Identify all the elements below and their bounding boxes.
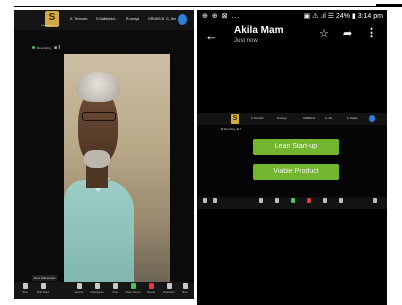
participants-button[interactable]: Participants xyxy=(88,283,106,294)
viable-product-slide-button: Viable Product xyxy=(253,164,339,180)
screenshot-recording-label: Recording xyxy=(224,128,236,131)
video-icon xyxy=(40,283,46,289)
shield-icon xyxy=(76,283,82,289)
share-screen-button[interactable]: Share Screen xyxy=(124,283,142,294)
chat-icon xyxy=(112,283,118,289)
record-icon xyxy=(307,198,311,203)
screenshot-participant: K. Tennoch xyxy=(251,117,264,120)
reactions-icon xyxy=(166,283,172,289)
zoom-meeting-screen: S S deployment K. Tennoch S.Sathishkri..… xyxy=(14,10,194,299)
participant-tile[interactable]: G. Jim xyxy=(166,17,176,21)
screenshot-recording-indicator: Recording xyxy=(221,128,235,131)
more-vert-icon[interactable]: ⋮ xyxy=(366,26,377,39)
more-button[interactable]: More xyxy=(176,283,194,294)
sender-name: Akila Mam xyxy=(234,25,284,36)
speaker-shirt xyxy=(64,180,134,288)
message-header: ← Akila Mam Just now ☆ ➦ ⋮ xyxy=(197,22,387,58)
start-video-button[interactable]: Start Video xyxy=(34,283,52,294)
speaker-video xyxy=(64,54,170,288)
meeting-toolbar: Mute Start Video Security Participants C… xyxy=(14,282,194,299)
speaker-hair xyxy=(76,72,120,102)
star-icon[interactable]: ☆ xyxy=(319,27,329,40)
screenshot-toolbar xyxy=(197,197,387,209)
share-screen-icon xyxy=(130,283,136,289)
screenshot-logo: S xyxy=(231,114,239,124)
lean-startup-slide-button: Lean Start-up xyxy=(253,139,339,155)
speaker-glasses xyxy=(82,112,116,121)
shared-screenshot[interactable]: S K. Tennoch R.ramya GRIMIS M G. Jim S. … xyxy=(197,113,387,209)
screenshot-participant-strip: S K. Tennoch R.ramya GRIMIS M G. Jim S. … xyxy=(197,113,387,125)
record-dot-icon xyxy=(221,128,223,130)
screenshot-participant: R.ramya xyxy=(277,117,287,120)
screenshot-avatar xyxy=(369,115,375,122)
phone-message-view: ⊕ ⊕ ⊠ ... ▣ ⚠ .ıl ☰ 24% ▮ 3:14 pm ← Akil… xyxy=(197,10,387,305)
speaker-name-tag: Devi Subramani xyxy=(32,275,58,281)
participants-icon xyxy=(275,198,279,203)
mute-button[interactable]: Mute xyxy=(16,283,34,294)
recording-label: Recording xyxy=(37,46,51,50)
screenshot-participant: G. Jim xyxy=(325,117,333,120)
participant-tile[interactable]: R.ramya xyxy=(126,17,139,21)
top-rule xyxy=(14,6,402,7)
recording-controls[interactable]: ■ ‖ xyxy=(54,45,60,51)
status-left-icons: ⊕ ⊕ ⊠ ... xyxy=(202,13,241,20)
status-right-info: ▣ ⚠ .ıl ☰ 24% ▮ 3:14 pm xyxy=(303,13,383,20)
speaker-beard xyxy=(84,150,110,168)
record-dot-icon xyxy=(32,46,35,49)
participants-icon xyxy=(94,283,100,289)
shield-icon xyxy=(259,198,263,203)
screenshot-participant: S. Deepa xyxy=(347,117,358,120)
share-screen-icon xyxy=(291,198,295,203)
more-icon xyxy=(182,283,188,289)
participant-tile[interactable]: S.Sathishkri... xyxy=(96,17,118,21)
participant-tile[interactable]: K. Tennoch xyxy=(70,17,87,21)
logo-caption: S deployment xyxy=(41,25,54,27)
avatar[interactable] xyxy=(178,14,187,25)
message-time: Just now xyxy=(234,38,258,44)
share-icon[interactable]: ➦ xyxy=(343,27,352,40)
recording-indicator: Recording xyxy=(32,46,51,50)
participant-tile[interactable]: GRIMIS M xyxy=(148,17,164,21)
chat-icon xyxy=(339,198,343,203)
record-button[interactable]: Record xyxy=(142,283,160,294)
screenshot-participant: GRIMIS M xyxy=(303,117,315,120)
screenshot-recording-controls: ■ ‖ xyxy=(237,127,241,131)
more-icon xyxy=(373,198,377,203)
top-rule-mark xyxy=(376,4,402,7)
record-icon xyxy=(148,283,154,289)
participant-strip: S S deployment K. Tennoch S.Sathishkri..… xyxy=(14,10,194,30)
chat-button[interactable]: Chat xyxy=(106,283,124,294)
mic-icon xyxy=(22,283,28,289)
mic-icon xyxy=(203,198,207,203)
back-arrow-icon[interactable]: ← xyxy=(205,28,218,43)
video-icon xyxy=(213,198,217,203)
security-button[interactable]: Security xyxy=(70,283,88,294)
reactions-icon xyxy=(323,198,327,203)
